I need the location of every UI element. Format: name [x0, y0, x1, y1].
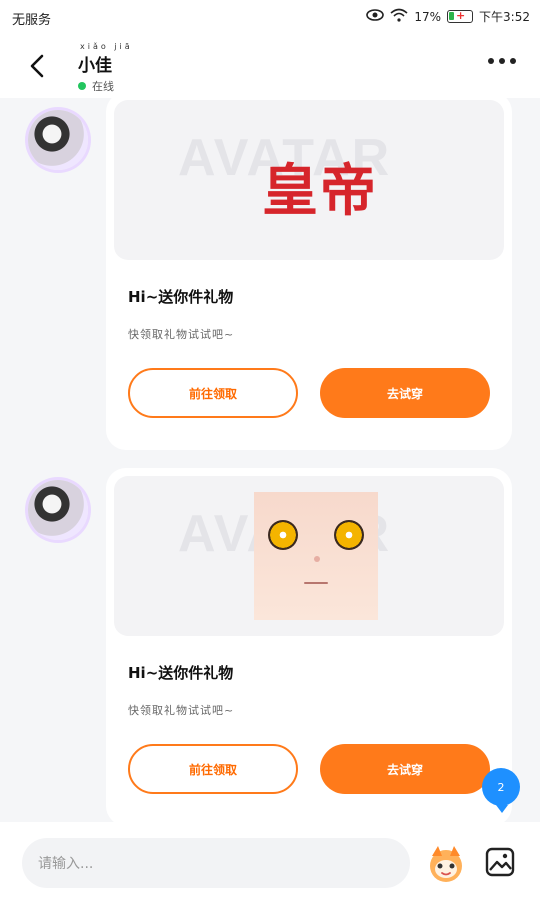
battery-percent: 17% [414, 9, 442, 24]
receive-gift-button[interactable]: 前往领取 [128, 368, 298, 418]
gift-caption: 皇帝 [262, 158, 378, 224]
online-status-text: 在线 [92, 80, 114, 93]
eye-icon [366, 9, 385, 24]
try-on-button[interactable]: 去试穿 [320, 744, 490, 794]
status-icons: 17% + 下午3:52 [366, 8, 530, 25]
anime-face-image [254, 492, 378, 620]
gift-image[interactable]: AVATAR 皇帝 [114, 100, 504, 260]
clock: 下午3:52 [479, 10, 530, 24]
input-bar: 请输入... [0, 822, 540, 906]
unread-badge[interactable]: 2 [482, 768, 520, 813]
message-list[interactable]: AVATAR 皇帝 Hi~送你件礼物 快领取礼物试试吧~ 前往领取 去试穿 AV… [0, 98, 540, 822]
chat-header: xiǎo jiā 小佳 在线 [0, 34, 540, 98]
receive-gift-button[interactable]: 前往领取 [128, 744, 298, 794]
status-bar: 无服务 17% + 下午3:52 [0, 0, 540, 34]
try-on-button[interactable]: 去试穿 [320, 368, 490, 418]
gift-title: Hi~送你件礼物 [128, 664, 234, 682]
battery-icon: + [447, 9, 474, 23]
gift-title: Hi~送你件礼物 [128, 288, 234, 306]
back-button[interactable] [24, 50, 52, 82]
avatar[interactable] [28, 110, 88, 170]
online-dot-icon [78, 82, 86, 90]
mascot-emoji-icon[interactable] [424, 842, 468, 886]
contact-name-ruby: xiǎo jiā [80, 42, 133, 51]
contact-name: 小佳 [78, 56, 112, 76]
image-picker-icon[interactable] [484, 846, 516, 878]
message-input[interactable]: 请输入... [22, 838, 410, 888]
avatar[interactable] [28, 480, 88, 540]
contact-info: xiǎo jiā 小佳 在线 [78, 42, 133, 94]
gift-subtitle: 快领取礼物试试吧~ [128, 704, 235, 717]
more-options-button[interactable] [488, 58, 516, 64]
carrier-text: 无服务 [12, 13, 52, 28]
more-dot-icon [488, 58, 494, 64]
online-status: 在线 [78, 78, 133, 94]
chevron-left-icon [30, 54, 44, 78]
gift-card: AVATAR Hi~送你件礼物 快领取礼物试试吧~ 前往领取 去试穿 [106, 468, 512, 822]
wifi-icon [390, 8, 408, 25]
gift-subtitle: 快领取礼物试试吧~ [128, 328, 235, 341]
gift-card: AVATAR 皇帝 Hi~送你件礼物 快领取礼物试试吧~ 前往领取 去试穿 [106, 98, 512, 450]
gift-image[interactable]: AVATAR [114, 476, 504, 636]
